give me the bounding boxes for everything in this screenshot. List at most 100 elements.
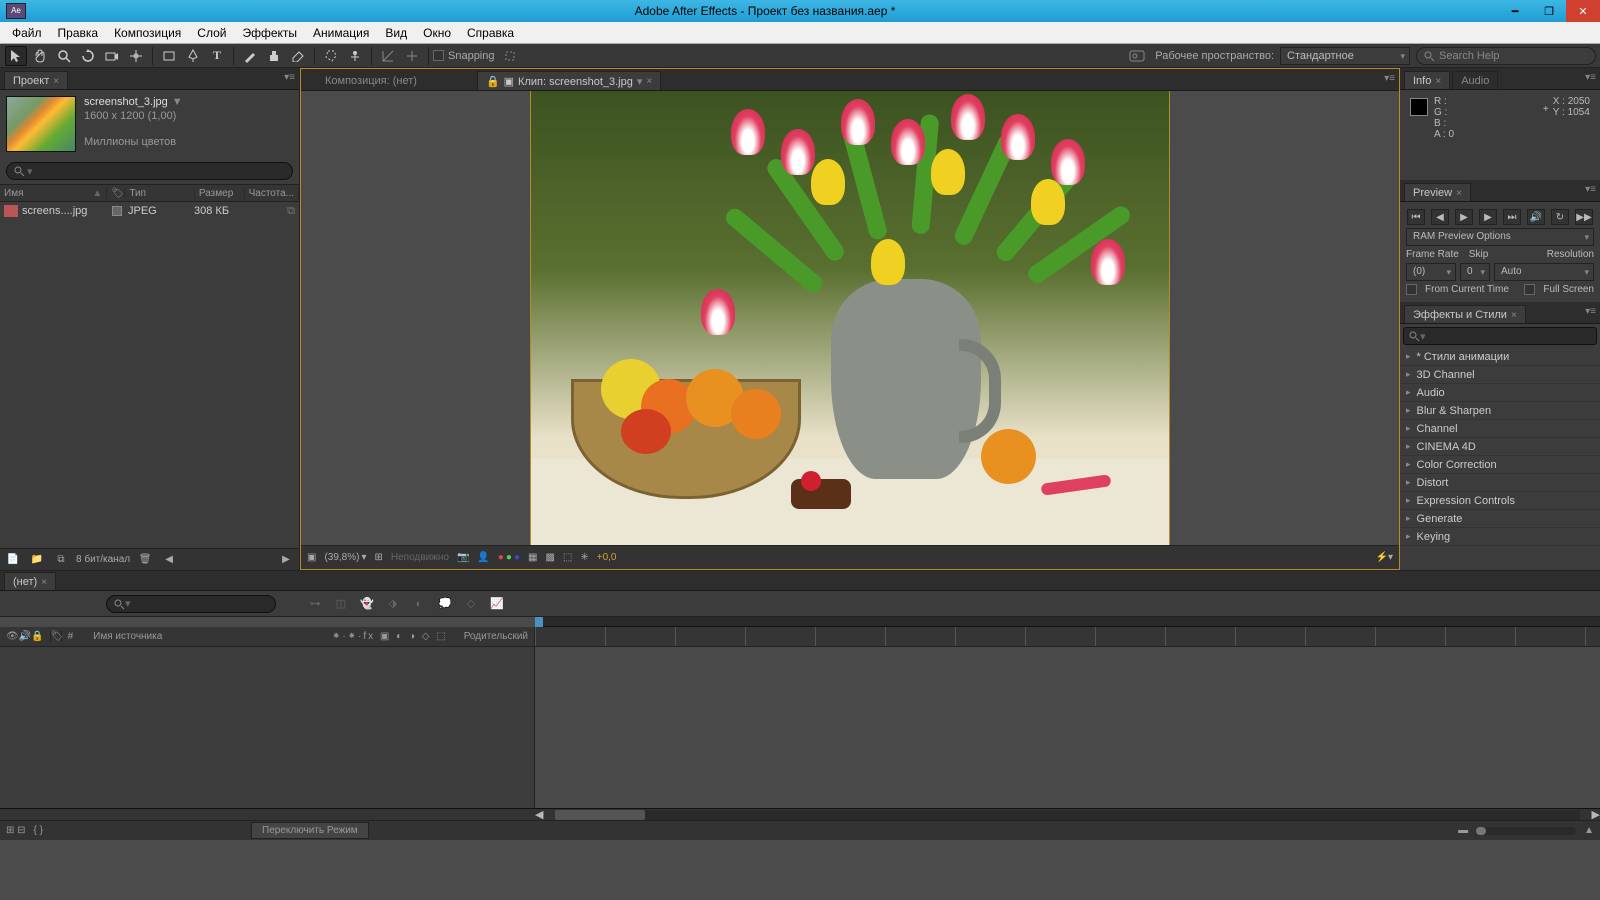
anchor-tool[interactable]: [125, 46, 147, 66]
new-folder-button[interactable]: 📁: [28, 552, 46, 568]
tab-composition-empty[interactable]: Композиция: (нет): [305, 72, 437, 90]
close-icon[interactable]: ×: [646, 76, 652, 87]
hand-tool[interactable]: [29, 46, 51, 66]
effect-category[interactable]: Blur & Sharpen: [1400, 402, 1600, 420]
zoom-in-button[interactable]: ▲: [1584, 825, 1594, 836]
resolution-dropdown[interactable]: Auto: [1494, 263, 1594, 281]
tab-info[interactable]: Info×: [1404, 71, 1450, 89]
effect-category[interactable]: Keying: [1400, 528, 1600, 546]
next-frame-button[interactable]: ▶: [1479, 209, 1497, 225]
next-arrow[interactable]: ▶: [277, 552, 295, 568]
loop-button[interactable]: ↻: [1551, 209, 1569, 225]
close-button[interactable]: ✕: [1566, 0, 1600, 22]
toggle-mode-button[interactable]: Переключить Режим: [251, 822, 369, 839]
brush-tool[interactable]: [239, 46, 261, 66]
menu-анимация[interactable]: Анимация: [305, 24, 377, 42]
layer-list[interactable]: [0, 647, 535, 808]
effect-category[interactable]: Distort: [1400, 474, 1600, 492]
timeline-scrollbar[interactable]: [555, 810, 1579, 820]
puppet-tool[interactable]: [344, 46, 366, 66]
menu-файл[interactable]: Файл: [4, 24, 50, 42]
rotate-tool[interactable]: [77, 46, 99, 66]
region-button[interactable]: ⬚: [563, 552, 572, 563]
fast-preview-button[interactable]: ⚡▾: [1376, 552, 1393, 563]
graph-editor-button[interactable]: 📈: [486, 594, 508, 614]
menu-вид[interactable]: Вид: [377, 24, 415, 42]
effect-category[interactable]: Color Correction: [1400, 456, 1600, 474]
first-frame-button[interactable]: ⏮: [1407, 209, 1425, 225]
axis-world-button[interactable]: [401, 46, 423, 66]
eraser-tool[interactable]: [287, 46, 309, 66]
exposure-value[interactable]: +0,0: [597, 552, 617, 563]
draft3d-button[interactable]: ◫: [330, 594, 352, 614]
source-name-col[interactable]: Имя источника: [93, 631, 162, 642]
always-preview-button[interactable]: ▣: [307, 552, 316, 563]
brainstorm-button[interactable]: 💭: [434, 594, 456, 614]
av-toggle-icons[interactable]: 👁🔊🔒: [6, 631, 44, 642]
col-freq[interactable]: Частота...: [245, 188, 299, 199]
col-size[interactable]: Размер: [195, 188, 245, 199]
from-current-checkbox[interactable]: [1406, 284, 1417, 295]
pen-tool[interactable]: [182, 46, 204, 66]
zoom-out-button[interactable]: ▬: [1458, 825, 1468, 836]
maximize-button[interactable]: ❐: [1532, 0, 1566, 22]
menu-композиция[interactable]: Композиция: [106, 24, 189, 42]
switches-cols[interactable]: ⁕·⁕·fx ▣ ◐ ◑ ◇ ⬚: [332, 631, 448, 642]
timeline-search[interactable]: ▾: [106, 595, 276, 613]
zoom-tool[interactable]: [53, 46, 75, 66]
mute-button[interactable]: 🔊: [1527, 209, 1545, 225]
auto-keyframe-button[interactable]: ◇: [460, 594, 482, 614]
menu-слой[interactable]: Слой: [189, 24, 234, 42]
timeline-tracks[interactable]: [535, 647, 1600, 808]
last-frame-button[interactable]: ⏭: [1503, 209, 1521, 225]
timeline-work-area[interactable]: [535, 617, 1600, 627]
clone-tool[interactable]: [263, 46, 285, 66]
selection-tool[interactable]: [5, 46, 27, 66]
effect-category[interactable]: 3D Channel: [1400, 366, 1600, 384]
ram-preview-dropdown[interactable]: RAM Preview Options: [1406, 228, 1594, 246]
effect-category[interactable]: Expression Controls: [1400, 492, 1600, 510]
delete-button[interactable]: 🗑: [136, 552, 154, 568]
menu-справка[interactable]: Справка: [459, 24, 522, 42]
chevron-down-icon[interactable]: ▼: [172, 96, 183, 108]
resolution-button[interactable]: ⊞: [375, 552, 383, 563]
ram-preview-button[interactable]: ▶▶: [1575, 209, 1593, 225]
frame-blend-button[interactable]: ⬗: [382, 594, 404, 614]
effect-category[interactable]: * Стили анимации: [1400, 348, 1600, 366]
bpc-label[interactable]: 8 бит/канал: [76, 554, 130, 565]
toggle-switches-button[interactable]: ⊞ ⊟: [6, 825, 26, 836]
zoom-slider[interactable]: [1476, 827, 1576, 835]
comp-mini-flow-button[interactable]: ⊶: [304, 594, 326, 614]
panel-menu-icon[interactable]: ▾≡: [1384, 73, 1395, 84]
tab-timeline[interactable]: (нет)×: [4, 572, 56, 590]
close-icon[interactable]: ×: [53, 76, 59, 87]
panel-menu-icon[interactable]: ▾≡: [1585, 306, 1596, 317]
motion-blur-button[interactable]: ◐: [408, 594, 430, 614]
col-label[interactable]: 🏷: [107, 188, 125, 199]
hide-shy-button[interactable]: 👻: [356, 594, 378, 614]
channel-red-button[interactable]: 👤: [477, 552, 489, 563]
chevron-down-icon[interactable]: ▾: [637, 75, 643, 88]
transparency-grid-button[interactable]: ▦: [528, 552, 537, 563]
col-type[interactable]: Тип: [125, 188, 195, 199]
panel-menu-icon[interactable]: ▾≡: [1585, 72, 1596, 83]
snapping-options-button[interactable]: [499, 46, 521, 66]
framerate-dropdown[interactable]: (0): [1406, 263, 1456, 281]
effects-list[interactable]: * Стили анимации3D ChannelAudioBlur & Sh…: [1400, 348, 1600, 570]
roto-tool[interactable]: [320, 46, 342, 66]
snapshot-button[interactable]: 📷: [457, 552, 469, 563]
new-comp-button[interactable]: ⧉: [52, 552, 70, 568]
minimize-button[interactable]: ━: [1498, 0, 1532, 22]
tab-clip[interactable]: 🔒 ▣ Клип: screenshot_3.jpg ▾ ×: [477, 71, 661, 90]
prev-arrow[interactable]: ◀: [160, 552, 178, 568]
col-name[interactable]: Имя ▲: [0, 188, 107, 199]
expand-button[interactable]: { }: [34, 825, 43, 836]
effect-category[interactable]: Channel: [1400, 420, 1600, 438]
search-tool-icon[interactable]: [1126, 46, 1148, 66]
text-tool[interactable]: T: [206, 46, 228, 66]
effect-category[interactable]: CINEMA 4D: [1400, 438, 1600, 456]
asset-row[interactable]: screens....jpg JPEG 308 КБ ⧉: [0, 202, 299, 220]
exposure-reset-button[interactable]: ✳: [580, 552, 588, 563]
axis-local-button[interactable]: [377, 46, 399, 66]
menu-правка[interactable]: Правка: [50, 24, 107, 42]
